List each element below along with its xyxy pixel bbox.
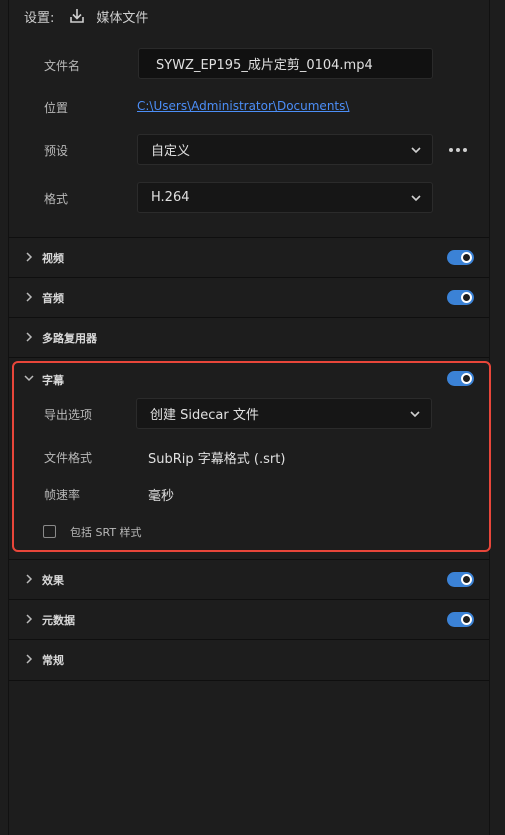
chevron-down-icon bbox=[410, 410, 420, 417]
format-label: 格式 bbox=[44, 192, 69, 206]
file-format-value: SubRip 字幕格式 (.srt) bbox=[148, 452, 286, 467]
section-video-title: 视频 bbox=[42, 252, 64, 265]
media-file-label: 媒体文件 bbox=[96, 10, 149, 26]
preset-label: 预设 bbox=[44, 144, 69, 158]
chevron-right-icon bbox=[26, 292, 33, 302]
section-audio-title: 音频 bbox=[42, 292, 64, 305]
audio-toggle[interactable] bbox=[447, 290, 474, 305]
chevron-right-icon bbox=[26, 332, 33, 342]
chevron-down-icon bbox=[411, 146, 421, 153]
chevron-right-icon bbox=[26, 654, 33, 664]
section-general[interactable]: 常规 bbox=[9, 639, 489, 679]
location-label: 位置 bbox=[44, 101, 69, 115]
frame-rate-label: 帧速率 bbox=[44, 488, 81, 502]
preset-dropdown[interactable]: 自定义 bbox=[137, 134, 433, 165]
chevron-down-icon bbox=[411, 194, 421, 201]
section-multiplexer-title: 多路复用器 bbox=[42, 332, 97, 345]
section-effects-title: 效果 bbox=[42, 574, 64, 587]
section-audio[interactable]: 音频 bbox=[9, 277, 489, 317]
preset-value: 自定义 bbox=[151, 144, 191, 159]
section-metadata-title: 元数据 bbox=[42, 614, 75, 627]
file-name-label: 文件名 bbox=[44, 59, 81, 73]
include-srt-label: 包括 SRT 样式 bbox=[70, 526, 142, 539]
location-link[interactable]: C:\Users\Administrator\Documents\ bbox=[137, 99, 349, 113]
section-multiplexer[interactable]: 多路复用器 bbox=[9, 317, 489, 357]
include-srt-checkbox[interactable] bbox=[43, 525, 56, 538]
section-video[interactable]: 视频 bbox=[9, 237, 489, 277]
file-name-input[interactable]: SYWZ_EP195_成片定剪_0104.mp4 bbox=[138, 48, 433, 79]
frame-rate-value: 毫秒 bbox=[148, 489, 175, 504]
metadata-toggle[interactable] bbox=[447, 612, 474, 627]
chevron-right-icon bbox=[26, 252, 33, 262]
settings-header: 设置: 媒体文件 bbox=[24, 5, 148, 27]
effects-toggle[interactable] bbox=[447, 572, 474, 587]
file-format-label: 文件格式 bbox=[44, 451, 93, 465]
video-toggle[interactable] bbox=[447, 250, 474, 265]
file-name-value: SYWZ_EP195_成片定剪_0104.mp4 bbox=[156, 58, 373, 73]
chevron-right-icon bbox=[26, 614, 33, 624]
export-settings-panel: 设置: 媒体文件 文件名 SYWZ_EP195_成片定剪_0104.mp4 位置… bbox=[0, 0, 505, 835]
section-effects[interactable]: 效果 bbox=[9, 559, 489, 599]
download-icon bbox=[70, 9, 85, 23]
export-option-label: 导出选项 bbox=[44, 408, 93, 422]
export-option-value: 创建 Sidecar 文件 bbox=[150, 408, 259, 423]
section-metadata[interactable]: 元数据 bbox=[9, 599, 489, 639]
format-value: H.264 bbox=[151, 190, 190, 205]
empty-panel-area bbox=[9, 680, 489, 835]
chevron-right-icon bbox=[26, 574, 33, 584]
section-general-title: 常规 bbox=[42, 654, 64, 667]
export-option-dropdown[interactable]: 创建 Sidecar 文件 bbox=[136, 398, 432, 429]
more-options-icon[interactable] bbox=[449, 148, 467, 152]
settings-label: 设置: bbox=[24, 10, 55, 26]
format-dropdown[interactable]: H.264 bbox=[137, 182, 433, 213]
